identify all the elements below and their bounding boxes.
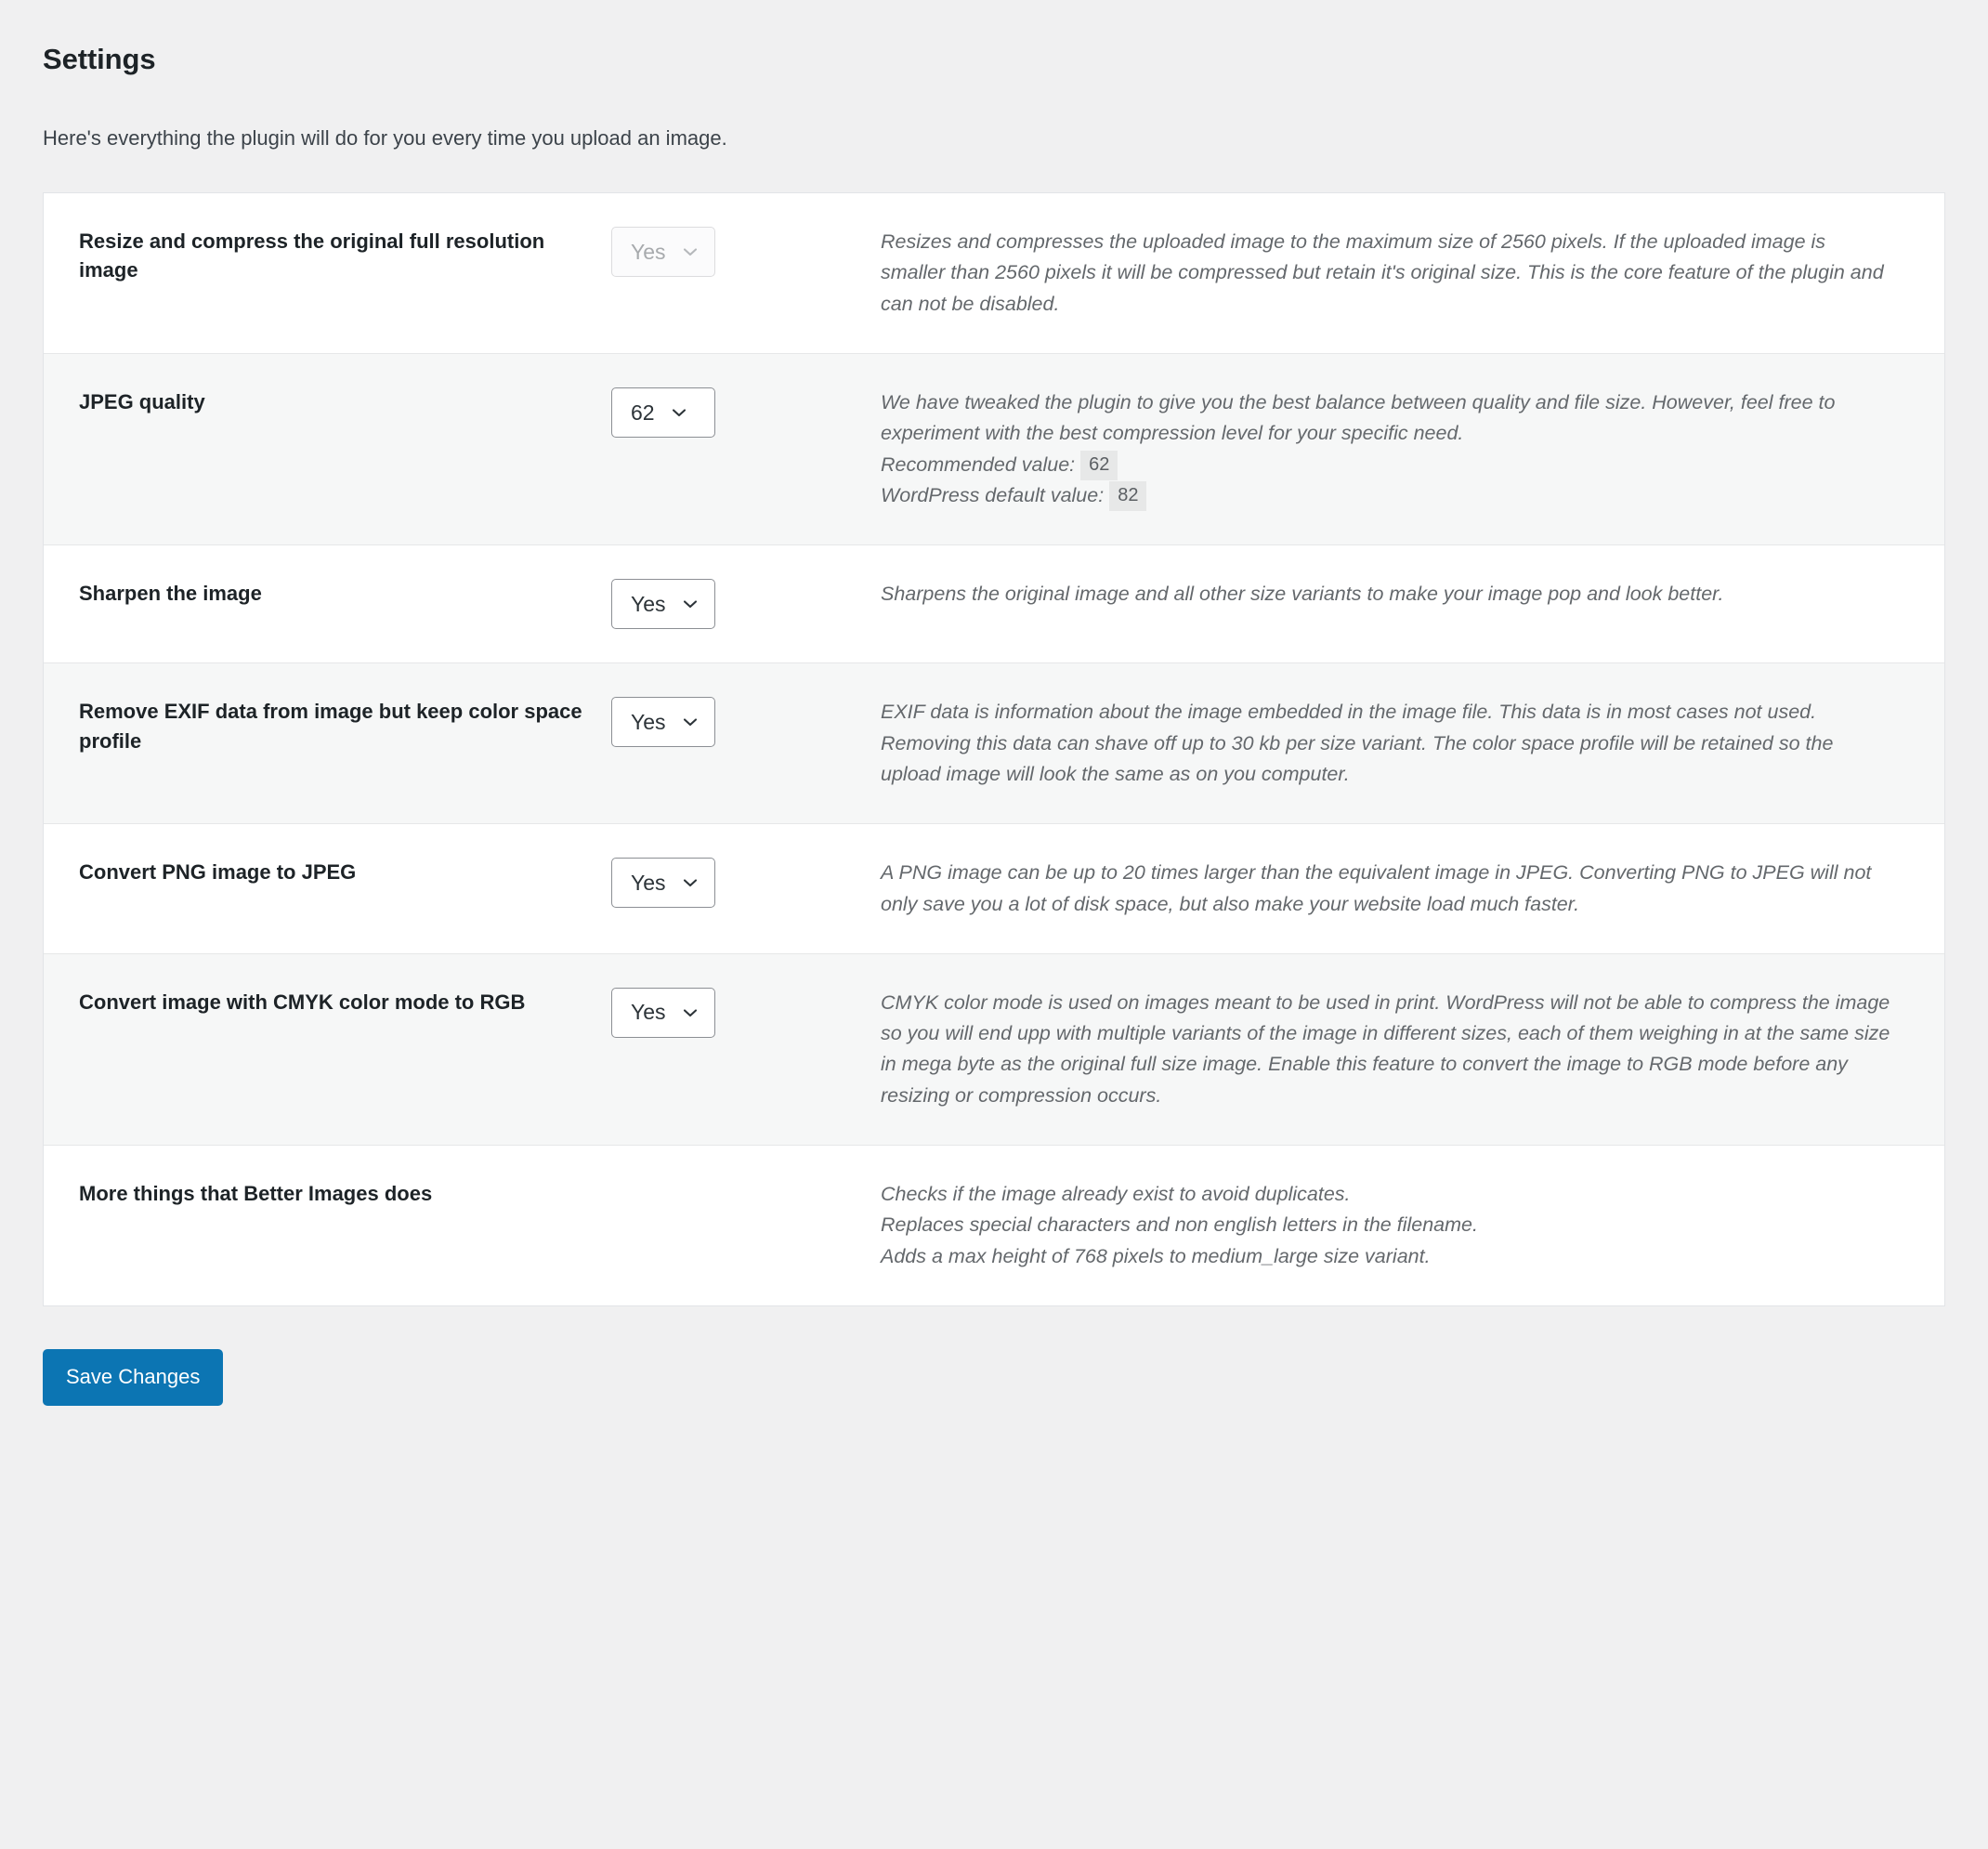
setting-label: Sharpen the image <box>79 582 262 606</box>
setting-label: More things that Better Images does <box>79 1182 433 1206</box>
setting-select[interactable]: Yes <box>611 987 715 1038</box>
setting-select-value: 62 <box>631 400 655 425</box>
description-paragraph: Adds a max height of 768 pixels to mediu… <box>881 1244 1431 1267</box>
settings-row: Convert PNG image to JPEG Yes A PNG image … <box>44 823 1944 954</box>
settings-row: Convert image with CMYK color mode to RG… <box>44 953 1944 1146</box>
settings-table: Resize and compress the original full re… <box>44 193 1944 1306</box>
chevron-down-icon <box>681 713 700 731</box>
form-footer: Save Changes <box>43 1349 1945 1458</box>
description-paragraph: Sharpens the original image and all othe… <box>881 583 1724 606</box>
chevron-down-icon <box>670 403 688 422</box>
setting-description: Resizes and compresses the uploaded imag… <box>880 193 1944 353</box>
settings-row: Sharpen the image Yes Sharpens the origina… <box>44 544 1944 663</box>
settings-row: JPEG quality 62 We have tweaked the plugin… <box>44 353 1944 545</box>
setting-select[interactable]: Yes <box>611 579 715 630</box>
value-note-label: WordPress default value: <box>881 483 1105 506</box>
setting-description: EXIF data is information about the image… <box>880 663 1944 824</box>
setting-control-cell: Yes <box>610 953 880 1145</box>
page-subtitle: Here's everything the plugin will do for… <box>43 126 727 151</box>
setting-select-value: Yes <box>631 709 666 734</box>
value-note-chip: 62 <box>1080 450 1118 480</box>
description-paragraph: Resizes and compresses the uploaded imag… <box>881 230 1884 315</box>
setting-select[interactable]: Yes <box>611 697 715 748</box>
settings-page: Settings Here's everything the plugin wi… <box>0 0 1988 1849</box>
setting-description: A PNG image can be up to 20 times larger… <box>880 824 1944 954</box>
setting-label: Remove EXIF data from image but keep col… <box>79 700 582 753</box>
setting-description: Sharpens the original image and all othe… <box>880 545 1944 663</box>
setting-select[interactable]: 62 <box>611 387 715 439</box>
setting-control-cell: 62 <box>610 354 880 545</box>
page-title: Settings <box>43 43 156 75</box>
setting-select-value: Yes <box>631 591 666 616</box>
value-note: Recommended value: 62 <box>881 450 1892 480</box>
value-note-chip: 82 <box>1109 480 1147 511</box>
setting-label: Convert PNG image to JPEG <box>79 860 357 885</box>
setting-control-cell: Yes <box>610 545 880 663</box>
description-paragraph: EXIF data is information about the image… <box>881 701 1834 785</box>
setting-select-value: Yes <box>631 1000 666 1025</box>
chevron-down-icon <box>681 243 700 261</box>
description-paragraph: A PNG image can be up to 20 times larger… <box>881 861 1872 915</box>
save-changes-button[interactable]: Save Changes <box>43 1349 224 1407</box>
settings-card: Resize and compress the original full re… <box>43 192 1945 1307</box>
description-paragraph: We have tweaked the plugin to give you t… <box>881 391 1836 445</box>
setting-control-cell <box>610 1146 880 1305</box>
value-note: WordPress default value: 82 <box>881 480 1892 511</box>
chevron-down-icon <box>681 1003 700 1022</box>
setting-control-cell: Yes <box>610 193 880 353</box>
setting-label: Convert image with CMYK color mode to RG… <box>79 990 526 1014</box>
description-paragraph: CMYK color mode is used on images meant … <box>881 990 1890 1107</box>
setting-label: Resize and compress the original full re… <box>79 229 545 282</box>
setting-control-cell: Yes <box>610 824 880 954</box>
description-paragraph: Replaces special characters and non engl… <box>881 1213 1478 1237</box>
chevron-down-icon <box>681 595 700 613</box>
setting-select[interactable]: Yes <box>611 858 715 909</box>
setting-description: We have tweaked the plugin to give you t… <box>880 354 1944 545</box>
value-note-label: Recommended value: <box>881 452 1076 476</box>
setting-description: Checks if the image already exist to avo… <box>880 1146 1944 1305</box>
description-paragraph: Checks if the image already exist to avo… <box>881 1183 1351 1206</box>
settings-row: Remove EXIF data from image but keep col… <box>44 662 1944 824</box>
settings-row: Resize and compress the original full re… <box>44 193 1944 354</box>
setting-select-value: Yes <box>631 870 666 895</box>
setting-label: JPEG quality <box>79 390 205 414</box>
settings-row: More things that Better Images does Check… <box>44 1145 1944 1306</box>
setting-select-value: Yes <box>631 239 666 264</box>
setting-control-cell: Yes <box>610 663 880 824</box>
setting-select: Yes <box>611 227 715 278</box>
setting-description: CMYK color mode is used on images meant … <box>880 953 1944 1145</box>
chevron-down-icon <box>681 873 700 892</box>
